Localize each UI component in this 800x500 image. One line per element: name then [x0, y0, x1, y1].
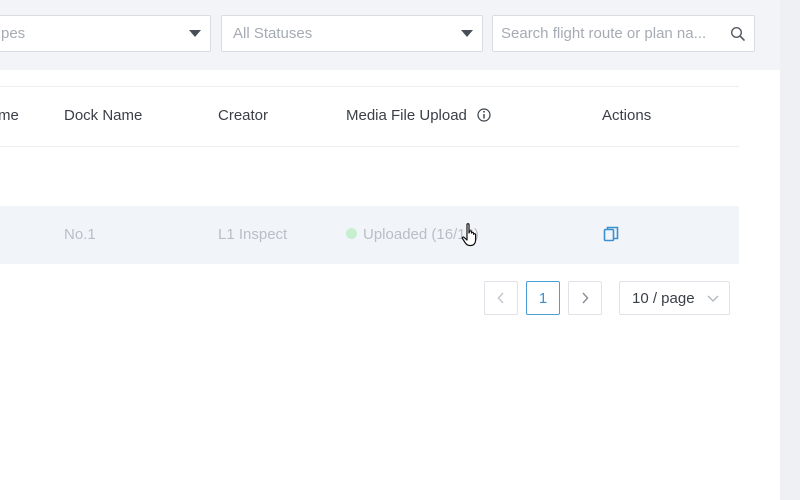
search-icon[interactable]	[730, 26, 746, 42]
filter-bar: pes All Statuses	[0, 0, 780, 70]
search-input[interactable]	[501, 16, 723, 51]
status-filter-value: All Statuses	[233, 25, 313, 42]
column-header-actions: Actions	[602, 107, 652, 124]
info-icon[interactable]	[477, 108, 491, 122]
status-filter-select[interactable]: All Statuses	[221, 15, 483, 52]
column-header-media-upload: Media File Upload	[346, 107, 491, 124]
page-number-button[interactable]: 1	[526, 281, 560, 315]
page-gutter	[780, 0, 800, 500]
table-header: me Dock Name Creator Media File Upload A…	[0, 86, 739, 147]
copy-icon[interactable]	[603, 226, 619, 242]
column-header-dock-name: Dock Name	[64, 107, 143, 124]
column-header-creator: Creator	[218, 107, 269, 124]
table-row[interactable]: No.1 L1 Inspect Uploaded (16/16)	[0, 206, 739, 264]
cell-creator: L1 Inspect	[218, 226, 288, 243]
page-size-select[interactable]: 10 / page	[619, 281, 730, 315]
hand-cursor-icon	[461, 223, 477, 247]
cell-upload-status: Uploaded (16/16)	[346, 226, 479, 243]
column-header-media-upload-label: Media File Upload	[346, 107, 467, 124]
type-filter-select[interactable]: pes	[0, 15, 211, 52]
next-page-button[interactable]	[568, 281, 602, 315]
page-size-value: 10 / page	[632, 289, 695, 307]
column-header-name: me	[0, 107, 19, 124]
chevron-right-icon	[582, 292, 589, 304]
type-filter-value: pes	[1, 25, 26, 42]
chevron-down-icon	[707, 295, 719, 302]
upload-status-dot	[346, 228, 357, 239]
chevron-left-icon	[497, 292, 504, 304]
cell-dock-name: No.1	[64, 226, 96, 243]
previous-page-button[interactable]	[484, 281, 518, 315]
caret-down-icon	[461, 30, 473, 37]
search-box	[492, 15, 755, 52]
caret-down-icon	[189, 30, 201, 37]
